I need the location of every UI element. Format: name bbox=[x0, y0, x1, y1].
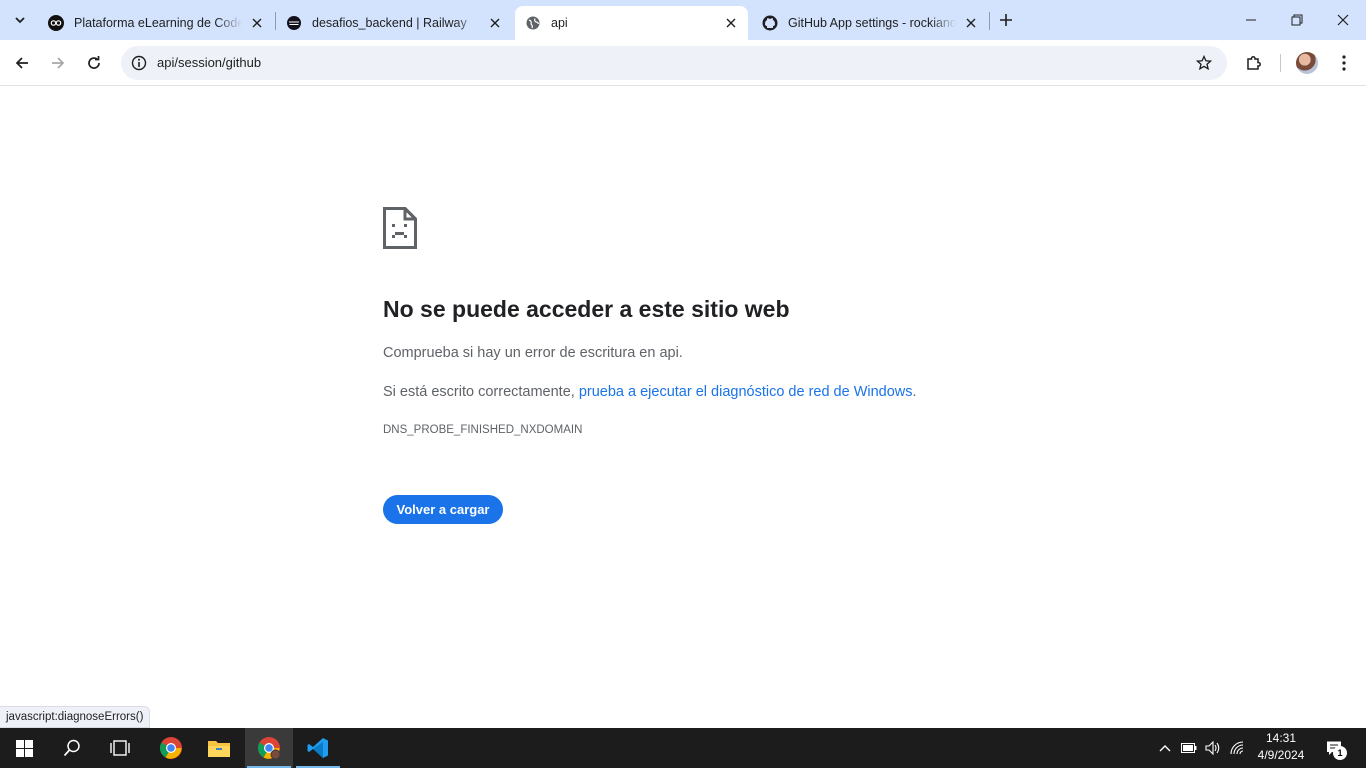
tab-title: api bbox=[551, 16, 568, 30]
error-suggestion-text: Si está escrito correctamente, bbox=[383, 384, 579, 400]
error-suggestion: Comprueba si hay un error de escritura e… bbox=[383, 345, 683, 361]
task-view-icon bbox=[110, 740, 130, 756]
restore-icon bbox=[1291, 14, 1303, 26]
minimize-icon bbox=[1246, 19, 1256, 21]
coderhouse-icon bbox=[48, 15, 64, 31]
chevron-down-icon bbox=[15, 17, 25, 24]
profile-avatar[interactable] bbox=[1296, 52, 1318, 74]
volume-indicator[interactable] bbox=[1202, 728, 1224, 768]
info-icon[interactable] bbox=[127, 51, 151, 75]
page-content: No se puede acceder a este sitio web Com… bbox=[0, 87, 1366, 728]
network-indicator[interactable] bbox=[1226, 728, 1250, 768]
taskbar-clock[interactable]: 14:31 4/9/2024 bbox=[1250, 730, 1312, 766]
error-code: DNS_PROBE_FINISHED_NXDOMAIN bbox=[383, 424, 583, 436]
close-icon bbox=[1337, 14, 1349, 26]
tab-separator bbox=[989, 12, 990, 30]
reload-button[interactable] bbox=[78, 47, 110, 79]
clock-time: 14:31 bbox=[1265, 731, 1297, 745]
tab-github[interactable]: GitHub App settings - rockiando bbox=[752, 6, 988, 40]
restore-button[interactable] bbox=[1274, 0, 1320, 40]
browser-toolbar: api/session/github bbox=[0, 40, 1366, 86]
taskbar-vscode[interactable] bbox=[294, 728, 342, 768]
more-vertical-icon bbox=[1342, 55, 1346, 71]
search-icon bbox=[63, 739, 80, 757]
network-diagnostics-link[interactable]: prueba a ejecutar el diagnóstico de red … bbox=[579, 384, 913, 400]
error-suggestion-diagnostics: Si está escrito correctamente, prueba a … bbox=[383, 384, 917, 400]
railway-icon bbox=[286, 15, 302, 31]
toolbar-divider bbox=[1280, 54, 1281, 72]
github-icon bbox=[762, 15, 778, 31]
taskbar-chrome-profile[interactable] bbox=[245, 728, 293, 768]
minimize-button[interactable] bbox=[1228, 0, 1274, 40]
taskbar-file-explorer[interactable] bbox=[195, 728, 243, 768]
arrow-left-icon bbox=[15, 57, 28, 69]
plus-icon bbox=[1000, 14, 1012, 26]
error-title: No se puede acceder a este sitio web bbox=[383, 296, 790, 322]
windows-taskbar: 14:31 4/9/2024 1 bbox=[0, 728, 1366, 768]
arrow-right-icon bbox=[52, 57, 65, 69]
chrome-icon bbox=[258, 737, 281, 760]
clock-date: 4/9/2024 bbox=[1257, 748, 1305, 762]
battery-icon bbox=[1181, 743, 1197, 753]
vscode-icon bbox=[307, 738, 328, 758]
back-button[interactable] bbox=[6, 47, 38, 79]
globe-icon bbox=[525, 15, 541, 31]
chevron-up-icon bbox=[1159, 745, 1171, 752]
tab-search-button[interactable] bbox=[6, 6, 34, 34]
forward-button[interactable] bbox=[42, 47, 74, 79]
wifi-icon bbox=[1230, 741, 1244, 755]
puzzle-icon bbox=[1247, 56, 1261, 70]
speaker-icon bbox=[1205, 741, 1220, 755]
taskbar-search-button[interactable] bbox=[48, 728, 96, 768]
url-text[interactable]: api/session/github bbox=[157, 55, 261, 70]
error-suggestion-suffix: . bbox=[912, 384, 917, 400]
tab-title: GitHub App settings - rockiando bbox=[788, 16, 956, 30]
bookmark-star-icon[interactable] bbox=[1193, 52, 1215, 74]
tab-strip: Plataforma eLearning de Coderhouse desaf… bbox=[0, 0, 1366, 40]
close-icon[interactable] bbox=[248, 14, 266, 32]
close-icon[interactable] bbox=[962, 14, 980, 32]
task-view-button[interactable] bbox=[96, 728, 144, 768]
tab-coderhouse[interactable]: Plataforma eLearning de Coderhouse bbox=[38, 6, 274, 40]
notification-count-badge: 1 bbox=[1333, 746, 1347, 760]
close-icon[interactable] bbox=[486, 14, 504, 32]
start-button[interactable] bbox=[0, 728, 48, 768]
extensions-button[interactable] bbox=[1238, 47, 1270, 79]
close-window-button[interactable] bbox=[1320, 0, 1366, 40]
windows-logo-icon bbox=[15, 739, 33, 757]
taskbar-chrome[interactable] bbox=[147, 728, 195, 768]
menu-button[interactable] bbox=[1328, 47, 1360, 79]
reload-page-button[interactable]: Volver a cargar bbox=[383, 495, 503, 524]
tab-railway[interactable]: desafios_backend | Railway bbox=[276, 6, 512, 40]
new-tab-button[interactable] bbox=[994, 8, 1018, 32]
folder-icon bbox=[208, 741, 230, 757]
sad-page-icon bbox=[383, 207, 417, 249]
close-icon[interactable] bbox=[722, 14, 740, 32]
tab-title: Plataforma eLearning de Coderhouse bbox=[74, 16, 242, 30]
show-hidden-icons-button[interactable] bbox=[1154, 728, 1176, 768]
address-bar[interactable]: api/session/github bbox=[121, 46, 1227, 80]
notification-center-button[interactable]: 1 bbox=[1322, 728, 1347, 768]
reload-icon bbox=[88, 56, 100, 69]
status-bar: javascript:diagnoseErrors() bbox=[0, 706, 151, 728]
tab-title: desafios_backend | Railway bbox=[312, 16, 467, 30]
tab-api[interactable]: api bbox=[515, 6, 748, 40]
battery-indicator[interactable] bbox=[1178, 728, 1200, 768]
chrome-icon bbox=[160, 737, 182, 759]
